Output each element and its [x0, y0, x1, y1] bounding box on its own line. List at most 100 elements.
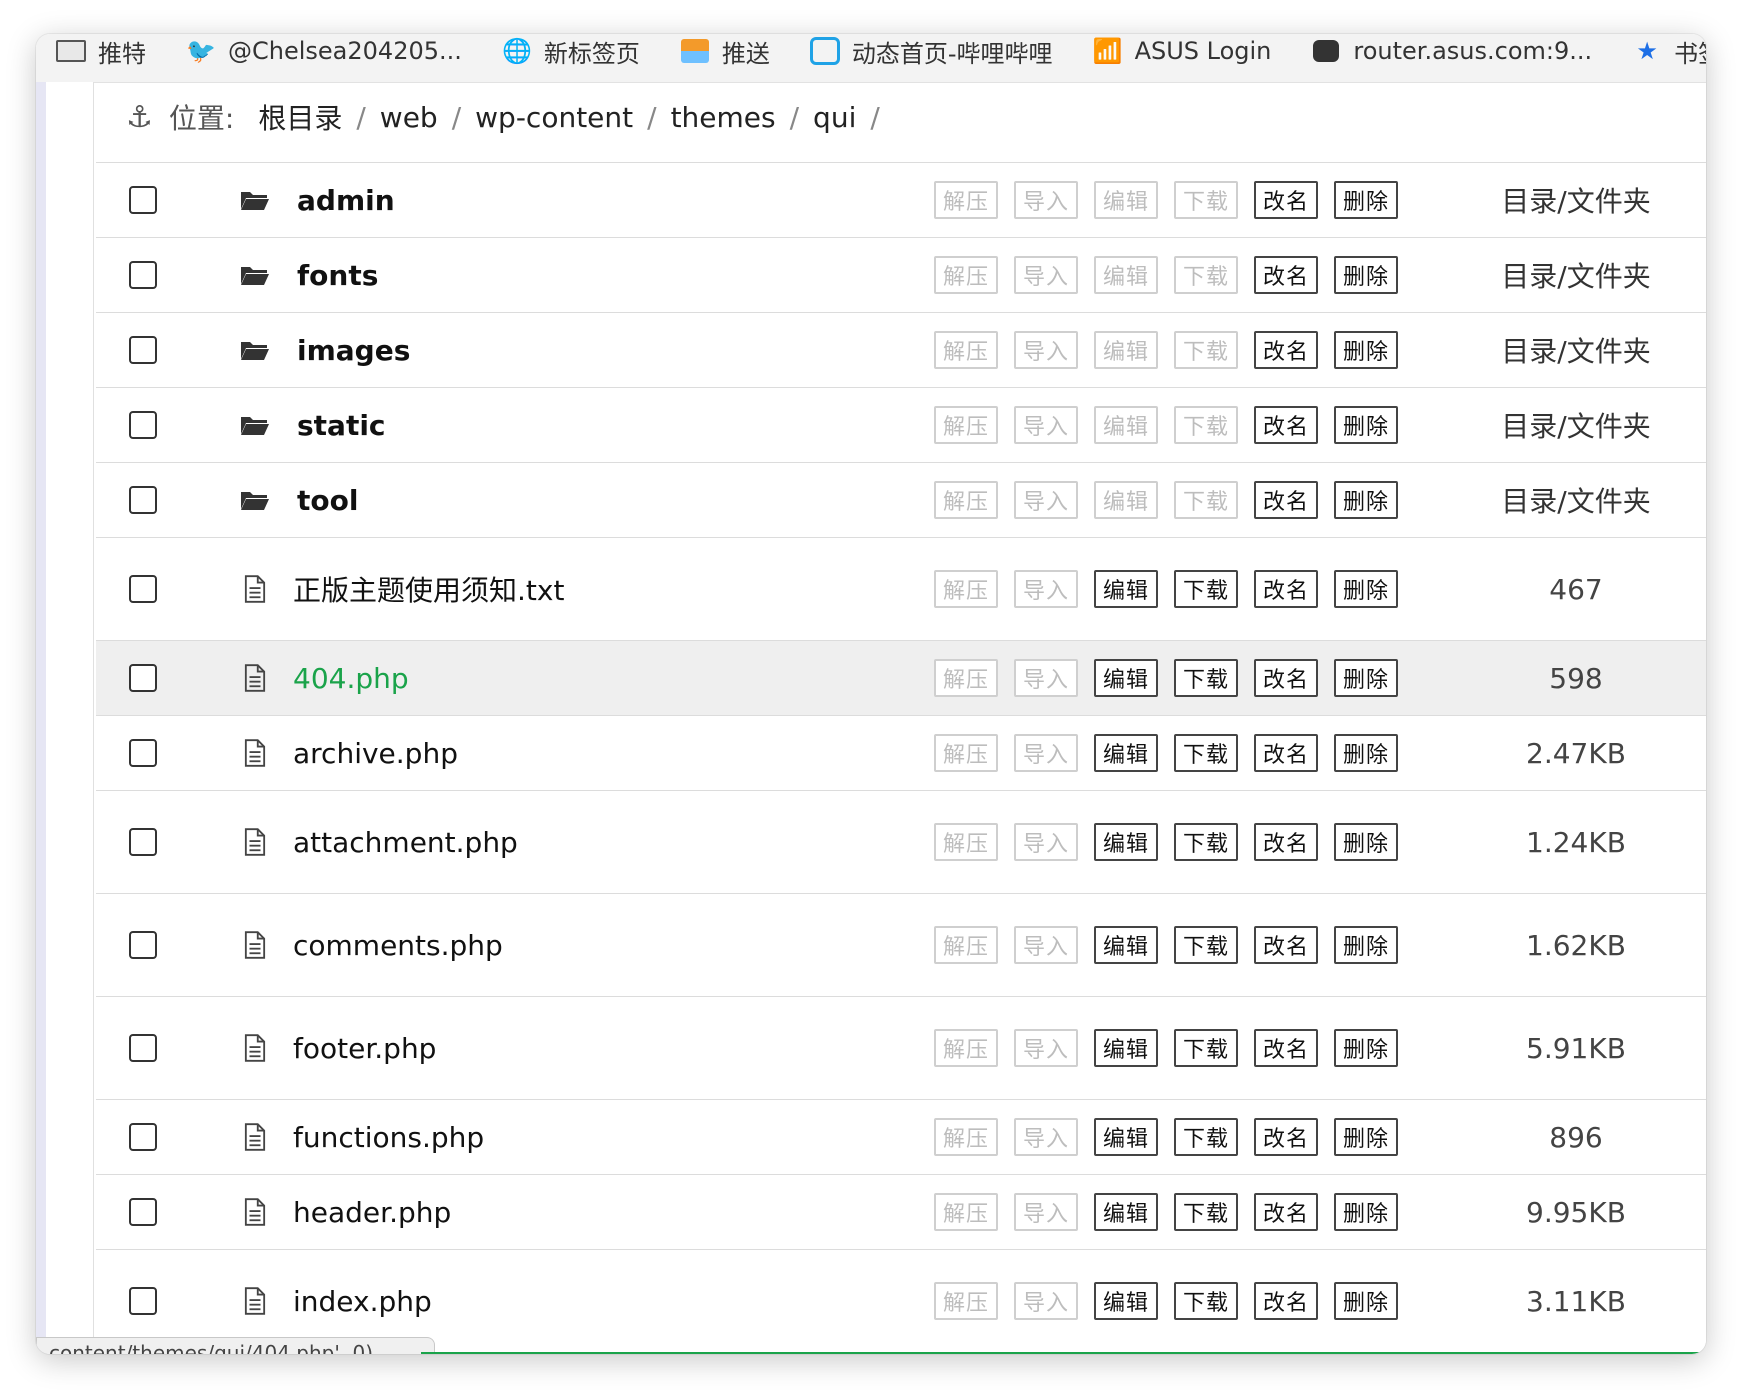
file-row[interactable]: archive.php 解压 导入 编辑 下载 改名 删除 2.47KB [96, 716, 1706, 791]
row-checkbox[interactable] [129, 664, 157, 692]
file-name[interactable]: 正版主题使用须知.txt [293, 569, 564, 609]
rename-button[interactable]: 改名 [1254, 570, 1318, 608]
rename-button[interactable]: 改名 [1254, 1282, 1318, 1320]
rename-button[interactable]: 改名 [1254, 181, 1318, 219]
row-checkbox[interactable] [129, 1034, 157, 1062]
delete-button[interactable]: 删除 [1334, 1118, 1398, 1156]
edit-button[interactable]: 编辑 [1094, 823, 1158, 861]
bookmark-router[interactable]: router.asus.com:9... [1291, 37, 1612, 65]
download-button[interactable]: 下载 [1174, 659, 1238, 697]
download-button[interactable]: 下载 [1174, 823, 1238, 861]
row-checkbox[interactable] [129, 336, 157, 364]
bookmark-asus-login[interactable]: 📶 ASUS Login [1073, 37, 1292, 65]
bookmark-tuite[interactable]: 推特 [36, 34, 166, 69]
breadcrumb-item-wp-content[interactable]: wp-content [475, 101, 633, 134]
folder-row[interactable]: fonts 解压 导入 编辑 下载 改名 删除 目录/文件夹 [96, 238, 1706, 313]
download-button[interactable]: 下载 [1174, 1118, 1238, 1156]
folder-row[interactable]: tool 解压 导入 编辑 下载 改名 删除 目录/文件夹 [96, 463, 1706, 538]
row-checkbox[interactable] [129, 1123, 157, 1151]
file-row[interactable]: attachment.php 解压 导入 编辑 下载 改名 删除 1.24KB [96, 791, 1706, 894]
row-checkbox[interactable] [129, 828, 157, 856]
file-row[interactable]: 正版主题使用须知.txt 解压 导入 编辑 下载 改名 删除 467 [96, 538, 1706, 641]
file-name[interactable]: index.php [293, 1285, 432, 1318]
file-name[interactable]: 404.php [293, 662, 409, 695]
row-checkbox[interactable] [129, 1198, 157, 1226]
edit-button[interactable]: 编辑 [1094, 659, 1158, 697]
delete-button[interactable]: 删除 [1334, 1282, 1398, 1320]
folder-name[interactable]: tool [297, 484, 358, 517]
delete-button[interactable]: 删除 [1334, 926, 1398, 964]
file-row[interactable]: comments.php 解压 导入 编辑 下载 改名 删除 1.62KB [96, 894, 1706, 997]
delete-button[interactable]: 删除 [1334, 1029, 1398, 1067]
delete-button[interactable]: 删除 [1334, 570, 1398, 608]
rename-button[interactable]: 改名 [1254, 1193, 1318, 1231]
delete-button[interactable]: 删除 [1334, 659, 1398, 697]
breadcrumb-item-qui[interactable]: qui [813, 101, 856, 134]
row-checkbox[interactable] [129, 1287, 157, 1315]
rename-button[interactable]: 改名 [1254, 659, 1318, 697]
download-button[interactable]: 下载 [1174, 1282, 1238, 1320]
rename-button[interactable]: 改名 [1254, 406, 1318, 444]
rename-button[interactable]: 改名 [1254, 331, 1318, 369]
download-button[interactable]: 下载 [1174, 926, 1238, 964]
delete-button[interactable]: 删除 [1334, 1193, 1398, 1231]
row-checkbox[interactable] [129, 186, 157, 214]
edit-button[interactable]: 编辑 [1094, 1193, 1158, 1231]
bookmark-push[interactable]: 推送 [660, 34, 790, 69]
folder-name[interactable]: fonts [297, 259, 378, 292]
folder-name[interactable]: static [297, 409, 386, 442]
delete-button[interactable]: 删除 [1334, 823, 1398, 861]
file-name[interactable]: functions.php [293, 1121, 484, 1154]
edit-button[interactable]: 编辑 [1094, 734, 1158, 772]
row-checkbox[interactable] [129, 931, 157, 959]
file-name[interactable]: attachment.php [293, 826, 518, 859]
bookmark-new-tab[interactable]: 🌐 新标签页 [482, 34, 660, 69]
delete-button[interactable]: 删除 [1334, 181, 1398, 219]
breadcrumb-item-themes[interactable]: themes [671, 101, 776, 134]
folder-row[interactable]: images 解压 导入 编辑 下载 改名 删除 目录/文件夹 [96, 313, 1706, 388]
row-checkbox[interactable] [129, 486, 157, 514]
download-button[interactable]: 下载 [1174, 734, 1238, 772]
folder-name[interactable]: images [297, 334, 410, 367]
rename-button[interactable]: 改名 [1254, 1118, 1318, 1156]
rename-button[interactable]: 改名 [1254, 256, 1318, 294]
folder-row[interactable]: static 解压 导入 编辑 下载 改名 删除 目录/文件夹 [96, 388, 1706, 463]
row-checkbox[interactable] [129, 411, 157, 439]
file-name[interactable]: header.php [293, 1196, 451, 1229]
rename-button[interactable]: 改名 [1254, 481, 1318, 519]
download-button[interactable]: 下载 [1174, 570, 1238, 608]
edit-button[interactable]: 编辑 [1094, 570, 1158, 608]
delete-button[interactable]: 删除 [1334, 481, 1398, 519]
file-name[interactable]: archive.php [293, 737, 458, 770]
row-checkbox[interactable] [129, 739, 157, 767]
file-row[interactable]: functions.php 解压 导入 编辑 下载 改名 删除 896 [96, 1100, 1706, 1175]
edit-button[interactable]: 编辑 [1094, 1029, 1158, 1067]
bookmark-bookmarks[interactable]: ★ 书签 [1612, 34, 1706, 69]
folder-name[interactable]: admin [297, 184, 395, 217]
file-row[interactable]: footer.php 解压 导入 编辑 下载 改名 删除 5.91KB [96, 997, 1706, 1100]
rename-button[interactable]: 改名 [1254, 734, 1318, 772]
delete-button[interactable]: 删除 [1334, 406, 1398, 444]
edit-button[interactable]: 编辑 [1094, 1118, 1158, 1156]
edit-button[interactable]: 编辑 [1094, 926, 1158, 964]
delete-button[interactable]: 删除 [1334, 331, 1398, 369]
delete-button[interactable]: 删除 [1334, 256, 1398, 294]
breadcrumb-item-root[interactable]: 根目录 [258, 97, 342, 137]
bookmark-bilibili[interactable]: 动态首页-哔哩哔哩 [790, 34, 1073, 69]
row-checkbox[interactable] [129, 575, 157, 603]
folder-row[interactable]: admin 解压 导入 编辑 下载 改名 删除 目录/文件夹 [96, 163, 1706, 238]
rename-button[interactable]: 改名 [1254, 926, 1318, 964]
row-checkbox[interactable] [129, 261, 157, 289]
rename-button[interactable]: 改名 [1254, 1029, 1318, 1067]
breadcrumb-item-web[interactable]: web [380, 101, 438, 134]
edit-button[interactable]: 编辑 [1094, 1282, 1158, 1320]
delete-button[interactable]: 删除 [1334, 734, 1398, 772]
download-button[interactable]: 下载 [1174, 1029, 1238, 1067]
file-name[interactable]: footer.php [293, 1032, 436, 1065]
file-name[interactable]: comments.php [293, 929, 503, 962]
bookmark-twitter[interactable]: 🐦 @Chelsea204205... [166, 37, 482, 65]
rename-button[interactable]: 改名 [1254, 823, 1318, 861]
file-row[interactable]: header.php 解压 导入 编辑 下载 改名 删除 9.95KB [96, 1175, 1706, 1250]
file-row[interactable]: 404.php 解压 导入 编辑 下载 改名 删除 598 [96, 641, 1706, 716]
download-button[interactable]: 下载 [1174, 1193, 1238, 1231]
